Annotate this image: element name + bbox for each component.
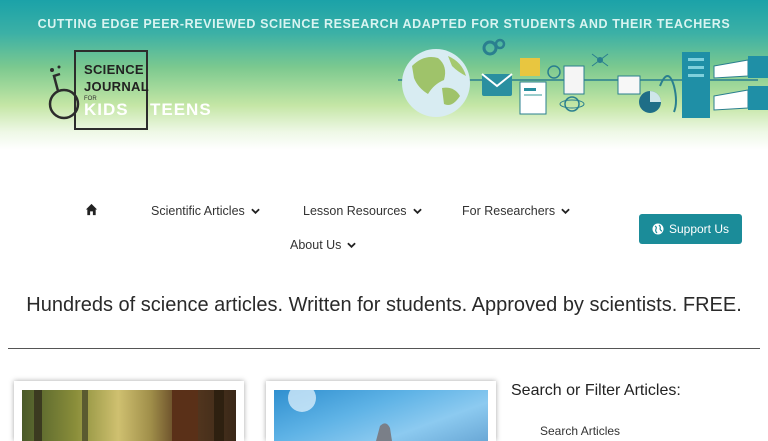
nav-for-researchers-label: For Researchers [462, 204, 556, 218]
logo-text-journal: JOURNAL [84, 79, 149, 94]
site-tagline: CUTTING EDGE PEER-REVIEWED SCIENCE RESEA… [37, 17, 731, 31]
chevron-down-icon [561, 208, 570, 214]
nav-lesson-resources[interactable]: Lesson Resources [303, 204, 422, 218]
nav-for-researchers[interactable]: For Researchers [462, 204, 570, 218]
nav-scientific-articles[interactable]: Scientific Articles [151, 204, 260, 218]
logo-text-kids: KIDS [84, 100, 129, 119]
science-collage-illustration [398, 38, 768, 118]
home-icon[interactable] [85, 203, 98, 216]
chevron-down-icon [347, 242, 357, 248]
logo-text-teens: TEENS [150, 100, 212, 119]
globe-icon [652, 223, 664, 235]
nav-scientific-articles-label: Scientific Articles [151, 204, 245, 218]
support-us-button[interactable]: Support Us [639, 214, 742, 244]
article-card-image [22, 390, 236, 441]
filter-articles-heading: Search or Filter Articles: [511, 382, 681, 399]
page-headline: Hundreds of science articles. Written fo… [26, 294, 742, 316]
divider [8, 348, 760, 349]
article-card[interactable] [14, 381, 244, 441]
site-logo[interactable]: SCIENCE JOURNAL FOR KIDS TEENS [46, 50, 216, 135]
nav-lesson-resources-label: Lesson Resources [303, 204, 407, 218]
nav-about-us[interactable]: About Us [290, 238, 357, 252]
chevron-down-icon [251, 208, 260, 214]
article-card-image [274, 390, 488, 441]
search-articles-label: Search Articles [540, 424, 621, 438]
article-card[interactable] [266, 381, 496, 441]
support-us-label: Support Us [668, 222, 730, 236]
nav-about-us-label: About Us [290, 238, 342, 252]
chevron-down-icon [412, 208, 422, 214]
logo-text-science: SCIENCE [84, 62, 144, 77]
